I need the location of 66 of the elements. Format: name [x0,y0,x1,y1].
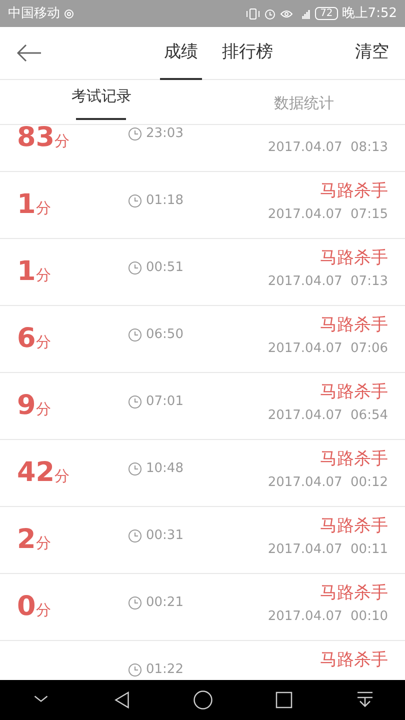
vibrate-icon [246,8,260,20]
duration-text: 06:50 [146,326,184,344]
score-unit: 分 [36,198,51,219]
clock-icon [128,663,142,677]
back-arrow-icon [16,44,42,62]
notification-pull-icon[interactable] [354,690,374,710]
header-tab[interactable]: 成绩 [156,26,206,80]
score-unit: 分 [54,466,70,487]
record-date: 2017.04.07 00:12 [268,474,388,492]
record-date: 2017.04.07 00:11 [268,541,388,560]
score-value: 6 [17,324,36,352]
clock-time: 晚上7:52 [342,4,397,23]
battery-level: 72 [315,7,338,20]
clock-icon [128,529,142,543]
clock-icon [128,596,142,610]
score-value: 42 [17,458,55,486]
score-value: 1 [17,190,36,218]
record-date: 2017.04.07 06:54 [268,407,388,426]
clear-button[interactable]: 清空 [355,40,389,66]
score-value: 0 [17,592,36,620]
score-unit: 分 [36,398,51,420]
record-date: 2017.04.07 07:13 [268,273,388,292]
score-value: 83 [17,125,55,151]
clock-icon [128,395,142,409]
eye-icon [280,8,294,20]
score-value: 1 [17,258,36,285]
record-date: 2017.04.07 07:15 [268,206,388,224]
hotspot-icon [64,8,74,18]
record-title: 马路杀手 [320,315,388,336]
record-date: 2017.04.07 07:06 [268,340,388,358]
record-date: 2017.04.07 08:13 [268,139,388,157]
record-date: 2017.04.07 00:10 [268,608,388,626]
clock-icon [128,127,142,141]
record-title: 马路杀手 [320,583,388,604]
recents-icon[interactable] [274,690,294,710]
home-icon[interactable] [192,690,212,710]
record-title: 马路杀手 [320,248,388,268]
duration-text: 00:51 [146,259,184,278]
header-tab[interactable]: 排行榜 [214,26,281,80]
carrier-name: 中国移动 [8,4,60,23]
duration-text: 07:01 [146,393,184,412]
record-title: 马路杀手 [320,382,388,402]
score-unit: 分 [36,332,51,353]
duration-text: 00:31 [146,527,184,546]
score-unit: 分 [36,600,51,621]
duration-text: 10:48 [146,460,184,478]
duration-text: 23:03 [146,125,184,144]
duration-text: 01:18 [146,192,184,210]
back-button[interactable] [16,44,42,62]
score-unit: 分 [36,532,51,554]
duration-text: 01:22 [146,661,184,680]
alarm-icon [264,8,276,20]
clock-icon [128,328,142,342]
clock-icon [128,194,142,208]
record-tab[interactable]: 考试记录 [0,80,202,125]
score-value: 9 [17,392,36,419]
record-title: 马路杀手 [320,181,388,202]
score-unit: 分 [54,130,70,152]
clock-icon [128,462,142,476]
duration-text: 00:21 [146,594,184,612]
record-title: 马路杀手 [320,650,388,670]
record-title: 马路杀手 [320,449,388,470]
score-value: 2 [17,526,36,553]
clock-icon [128,261,142,275]
score-unit: 分 [36,264,51,286]
record-title: 马路杀手 [320,516,388,536]
